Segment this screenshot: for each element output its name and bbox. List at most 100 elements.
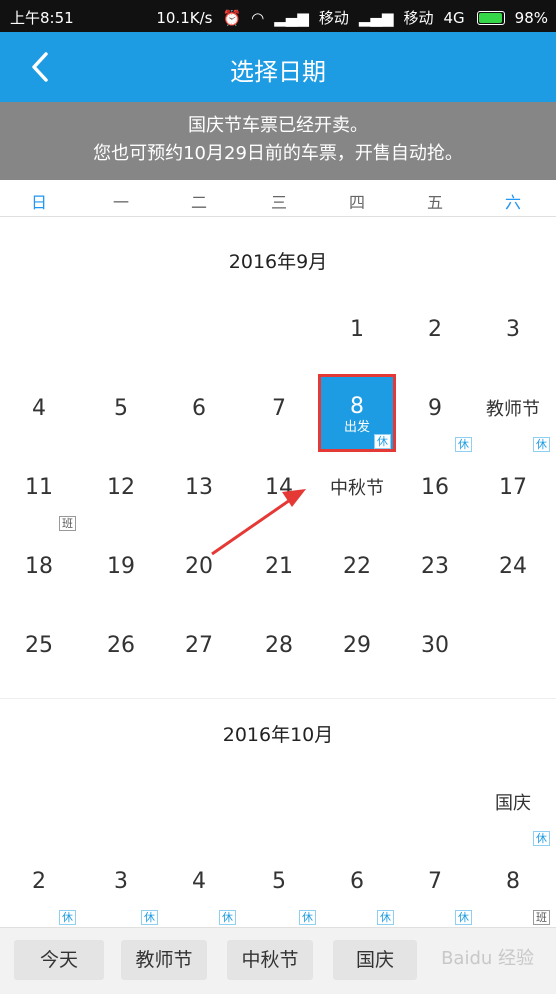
date-cell[interactable]: 27 <box>160 611 238 689</box>
quick-select-button[interactable]: 今天 <box>14 940 104 980</box>
date-number: 7 <box>428 869 442 894</box>
date-cell[interactable]: 9休 <box>396 374 474 452</box>
date-cell[interactable]: 1 <box>318 295 396 373</box>
weekday-label: 六 <box>504 193 521 212</box>
weekday-label: 日 <box>30 193 47 212</box>
quick-select-bar: Baidu 经验 今天 教师节 中秋节 国庆 <box>0 927 556 994</box>
date-cell[interactable]: 中秋节 <box>318 453 396 531</box>
quick-select-button[interactable]: 国庆 <box>333 940 417 980</box>
status-bar: 上午8:51 10.1K/s ⏰ ◠ ▂▄▆ 移动 ▂▄▆ 移动 4G 98% <box>0 0 556 32</box>
date-number: 5 <box>114 396 128 421</box>
date-cell[interactable]: 7 <box>240 374 318 452</box>
date-cell[interactable]: 14 <box>240 453 318 531</box>
date-cell[interactable]: 18 <box>0 532 78 610</box>
date-number: 24 <box>499 554 527 579</box>
date-number: 4 <box>192 869 206 894</box>
date-cell[interactable]: 3休 <box>82 847 160 925</box>
date-cell[interactable]: 23 <box>396 532 474 610</box>
date-number: 3 <box>114 869 128 894</box>
date-number: 26 <box>107 633 135 658</box>
notice-banner: 国庆节车票已经开卖。 您也可预约10月29日前的车票，开售自动抢。 <box>0 102 556 180</box>
weekday-label: 一 <box>112 193 129 212</box>
date-number: 16 <box>421 475 449 500</box>
calendar[interactable]: 2016年9月 1 2 3 4 5 6 7 8 出发休 9 休教师节休 11 班 12 13 14 中秋节 16 17… <box>0 217 556 927</box>
date-number: 20 <box>185 554 213 579</box>
date-cell[interactable]: 5 <box>82 374 160 452</box>
date-cell[interactable]: 教师节休 <box>474 374 552 452</box>
date-cell[interactable]: 17 <box>474 453 552 531</box>
date-cell[interactable]: 2休 <box>0 847 78 925</box>
date-cell[interactable]: 21 <box>240 532 318 610</box>
workday-badge: 班 <box>59 516 76 531</box>
date-cell[interactable]: 26 <box>82 611 160 689</box>
weekday-label: 四 <box>348 193 365 212</box>
date-cell[interactable]: 6 <box>160 374 238 452</box>
date-number: 17 <box>499 475 527 500</box>
festival-label: 中秋节 <box>330 478 384 499</box>
network-type: 4G <box>443 8 465 27</box>
holiday-badge: 休 <box>374 434 391 449</box>
date-number: 2 <box>428 317 442 342</box>
date-cell[interactable]: 22 <box>318 532 396 610</box>
quick-select-button[interactable]: 中秋节 <box>227 940 313 980</box>
date-cell[interactable]: 7休 <box>396 847 474 925</box>
signal-icon: ▂▄▆ <box>358 8 394 27</box>
date-number: 30 <box>421 633 449 658</box>
date-cell[interactable]: 11 班 <box>0 453 78 531</box>
date-cell[interactable]: 6休 <box>318 847 396 925</box>
date-number: 22 <box>343 554 371 579</box>
selected-date[interactable]: 8 出发休 <box>318 374 396 452</box>
date-number: 4 <box>32 396 46 421</box>
battery-icon <box>476 10 505 25</box>
date-cell[interactable]: 29 <box>318 611 396 689</box>
holiday-badge: 休 <box>455 437 472 452</box>
status-time: 上午8:51 <box>10 9 74 27</box>
alarm-icon: ⏰ <box>222 8 242 27</box>
month-divider <box>0 698 556 699</box>
date-number: 21 <box>265 554 293 579</box>
date-cell[interactable]: 19 <box>82 532 160 610</box>
date-cell[interactable]: 13 <box>160 453 238 531</box>
weekday-label: 三 <box>270 193 287 212</box>
battery-percent: 98% <box>514 8 548 27</box>
festival-label: 国庆 <box>495 793 531 814</box>
date-cell[interactable]: 30 <box>396 611 474 689</box>
date-cell[interactable]: 5休 <box>240 847 318 925</box>
weekday-label: 二 <box>190 193 207 212</box>
signal-icon: ▂▄▆ <box>274 8 309 27</box>
date-number: 7 <box>272 396 286 421</box>
date-cell[interactable]: 12 <box>82 453 160 531</box>
date-cell[interactable]: 8班 <box>474 847 552 925</box>
weekday-label: 五 <box>426 193 443 212</box>
battery-fill <box>478 12 503 23</box>
quick-select-button[interactable]: 教师节 <box>121 940 207 980</box>
date-number: 13 <box>185 475 213 500</box>
date-cell[interactable]: 4 <box>0 374 78 452</box>
date-number: 6 <box>192 396 206 421</box>
date-number: 27 <box>185 633 213 658</box>
holiday-badge: 休 <box>533 831 550 846</box>
holiday-badge: 休 <box>455 910 472 925</box>
weekday-header: 日一二三四五六 <box>0 180 556 217</box>
page-title: 选择日期 <box>230 58 326 86</box>
date-cell[interactable]: 20 <box>160 532 238 610</box>
date-cell[interactable]: 4休 <box>160 847 238 925</box>
date-number: 19 <box>107 554 135 579</box>
date-cell[interactable]: 3 <box>474 295 552 373</box>
network-speed: 10.1K/s <box>156 8 213 27</box>
date-number: 2 <box>32 869 46 894</box>
holiday-badge: 休 <box>533 437 550 452</box>
date-cell[interactable]: 16 <box>396 453 474 531</box>
notice-line-1: 国庆节车票已经开卖。 <box>188 115 368 136</box>
workday-badge: 班 <box>533 910 550 925</box>
date-cell[interactable]: 25 <box>0 611 78 689</box>
date-number: 28 <box>265 633 293 658</box>
holiday-badge: 休 <box>299 910 316 925</box>
date-number: 6 <box>350 869 364 894</box>
holiday-badge: 休 <box>219 910 236 925</box>
date-cell[interactable]: 24 <box>474 532 552 610</box>
date-cell[interactable]: 2 <box>396 295 474 373</box>
date-cell[interactable]: 28 <box>240 611 318 689</box>
date-cell[interactable]: 国庆休 <box>474 768 552 846</box>
date-number: 5 <box>272 869 286 894</box>
